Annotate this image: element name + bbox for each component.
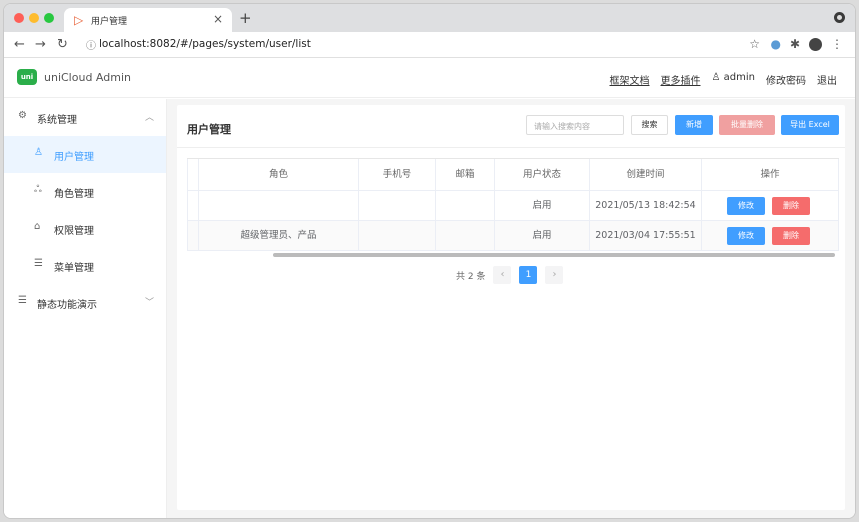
export-excel-button[interactable]: 导出 Excel xyxy=(781,115,839,135)
title-bar: ▷ 用户管理 × + xyxy=(4,4,855,32)
sidebar-item-label: 系统管理 xyxy=(37,115,77,126)
url-field[interactable]: localhost:8082/#/pages/system/user/list xyxy=(99,38,311,50)
cell-actions: 修改 删除 xyxy=(702,191,839,220)
site-info-icon[interactable]: ⓘ xyxy=(86,37,96,52)
sidebar-item-system[interactable]: ⚙ 系统管理 ︿ xyxy=(4,99,166,136)
content-card: 用户管理 请输入搜索内容 搜索 新增 批量删除 导出 Excel 角色 手机号 … xyxy=(177,105,845,510)
extensions-puzzle-icon[interactable]: ✱ xyxy=(790,37,800,51)
sidebar-item-label: 菜单管理 xyxy=(54,263,94,274)
horizontal-scrollbar[interactable] xyxy=(187,251,839,259)
user-menu[interactable]: ♙ admin xyxy=(712,72,756,87)
logout-link[interactable]: 退出 xyxy=(817,72,837,87)
menu-icon: ☰ xyxy=(34,258,43,269)
pagination: 共 2 条 ‹ 1 › xyxy=(456,266,564,284)
user-icon: ♙ xyxy=(34,147,43,158)
docs-link[interactable]: 框架文档 xyxy=(610,72,650,87)
sidebar-item-label: 用户管理 xyxy=(54,152,94,163)
row-select[interactable] xyxy=(187,191,199,220)
cell-created: 2021/03/04 17:55:51 xyxy=(590,221,702,250)
role-icon: ஃ xyxy=(34,184,42,195)
tab-title: 用户管理 xyxy=(91,17,128,27)
lock-icon: ⌂ xyxy=(34,221,41,232)
header-links: 框架文档 更多插件 ♙ admin 修改密码 退出 xyxy=(610,72,838,87)
sidebar-item-label: 权限管理 xyxy=(54,226,94,237)
cell-phone xyxy=(359,221,436,250)
edit-button[interactable]: 修改 xyxy=(727,227,765,245)
favicon-icon: ▷ xyxy=(74,13,84,27)
select-column xyxy=(187,159,199,190)
bookmark-star-icon[interactable]: ☆ xyxy=(749,37,760,51)
maximize-window-button[interactable] xyxy=(44,13,54,23)
app-logo: uni xyxy=(17,69,37,85)
change-password-link[interactable]: 修改密码 xyxy=(766,72,806,87)
column-header-phone: 手机号 xyxy=(359,159,436,190)
gear-icon: ⚙ xyxy=(18,110,27,121)
page-number[interactable]: 1 xyxy=(519,266,538,284)
list-icon: ☰ xyxy=(18,295,27,306)
column-header-email: 邮箱 xyxy=(436,159,495,190)
more-menu-icon[interactable]: ⋮ xyxy=(831,37,843,51)
cell-email xyxy=(436,191,495,220)
column-header-status: 用户状态 xyxy=(495,159,590,190)
sidebar-item-demos[interactable]: ☰ 静态功能演示 ﹀ xyxy=(4,284,166,321)
sidebar-item-label: 角色管理 xyxy=(54,189,94,200)
cell-role xyxy=(199,191,359,220)
table-row: 超级管理员、产品 启用 2021/03/04 17:55:51 修改 删除 xyxy=(187,221,839,251)
cell-email xyxy=(436,221,495,250)
extension-icon[interactable]: ● xyxy=(771,37,781,51)
chevron-down-icon: ﹀ xyxy=(144,298,154,308)
sidebar-item-menus[interactable]: ☰ 菜单管理 xyxy=(4,247,166,284)
page-title: 用户管理 xyxy=(187,123,231,136)
column-header-role: 角色 xyxy=(199,159,359,190)
sidebar-item-users[interactable]: ♙ 用户管理 xyxy=(4,136,166,173)
new-tab-icon[interactable]: + xyxy=(239,9,252,27)
cell-created: 2021/05/13 18:42:54 xyxy=(590,191,702,220)
delete-button[interactable]: 删除 xyxy=(772,227,810,245)
forward-icon[interactable]: → xyxy=(35,37,46,52)
sidebar-item-permissions[interactable]: ⌂ 权限管理 xyxy=(4,210,166,247)
column-header-actions: 操作 xyxy=(702,159,839,190)
column-header-created: 创建时间 xyxy=(590,159,702,190)
profile-icon[interactable] xyxy=(834,12,845,23)
batch-delete-button[interactable]: 批量删除 xyxy=(719,115,775,135)
delete-button[interactable]: 删除 xyxy=(772,197,810,215)
close-window-button[interactable] xyxy=(14,13,24,23)
add-button[interactable]: 新增 xyxy=(675,115,713,135)
row-select[interactable] xyxy=(187,221,199,250)
next-page-icon[interactable]: › xyxy=(545,266,564,284)
main-area: 用户管理 请输入搜索内容 搜索 新增 批量删除 导出 Excel 角色 手机号 … xyxy=(167,99,855,518)
app-header: uni uniCloud Admin 框架文档 更多插件 ♙ admin 修改密… xyxy=(4,58,855,98)
cell-actions: 修改 删除 xyxy=(702,221,839,250)
cell-role: 超级管理员、产品 xyxy=(199,221,359,250)
address-bar: ← → ↻ ⓘ localhost:8082/#/pages/system/us… xyxy=(4,32,855,58)
back-icon[interactable]: ← xyxy=(14,37,25,52)
sidebar-item-roles[interactable]: ஃ 角色管理 xyxy=(4,173,166,210)
user-table: 角色 手机号 邮箱 用户状态 创建时间 操作 启用 2021/05/13 18:… xyxy=(187,158,839,259)
table-header: 角色 手机号 邮箱 用户状态 创建时间 操作 xyxy=(187,159,839,191)
divider xyxy=(177,147,845,148)
plugins-link[interactable]: 更多插件 xyxy=(661,72,701,87)
sidebar-item-label: 静态功能演示 xyxy=(37,300,97,311)
browser-tab[interactable]: ▷ 用户管理 × xyxy=(64,8,232,32)
minimize-window-button[interactable] xyxy=(29,13,39,23)
edit-button[interactable]: 修改 xyxy=(727,197,765,215)
browser-window: ▷ 用户管理 × + ← → ↻ ⓘ localhost:8082/#/page… xyxy=(3,3,856,519)
reload-icon[interactable]: ↻ xyxy=(57,37,68,52)
username: admin xyxy=(723,72,755,83)
brand-title: uniCloud Admin xyxy=(44,71,131,84)
sidebar: ⚙ 系统管理 ︿ ♙ 用户管理 ஃ 角色管理 ⌂ 权限管理 ☰ 菜单管理 ☰ 静… xyxy=(4,99,167,518)
account-avatar[interactable] xyxy=(809,38,822,51)
scrollbar-thumb[interactable] xyxy=(273,253,835,257)
pagination-total: 共 2 条 xyxy=(456,271,486,282)
cell-status: 启用 xyxy=(495,221,590,250)
table-row: 启用 2021/05/13 18:42:54 修改 删除 xyxy=(187,191,839,221)
chevron-up-icon: ︿ xyxy=(144,113,154,123)
user-icon: ♙ xyxy=(711,72,724,83)
tab-close-icon[interactable]: × xyxy=(213,12,223,26)
prev-page-icon[interactable]: ‹ xyxy=(493,266,512,284)
cell-phone xyxy=(359,191,436,220)
search-button[interactable]: 搜索 xyxy=(631,115,668,135)
search-input[interactable]: 请输入搜索内容 xyxy=(526,115,624,135)
cell-status: 启用 xyxy=(495,191,590,220)
